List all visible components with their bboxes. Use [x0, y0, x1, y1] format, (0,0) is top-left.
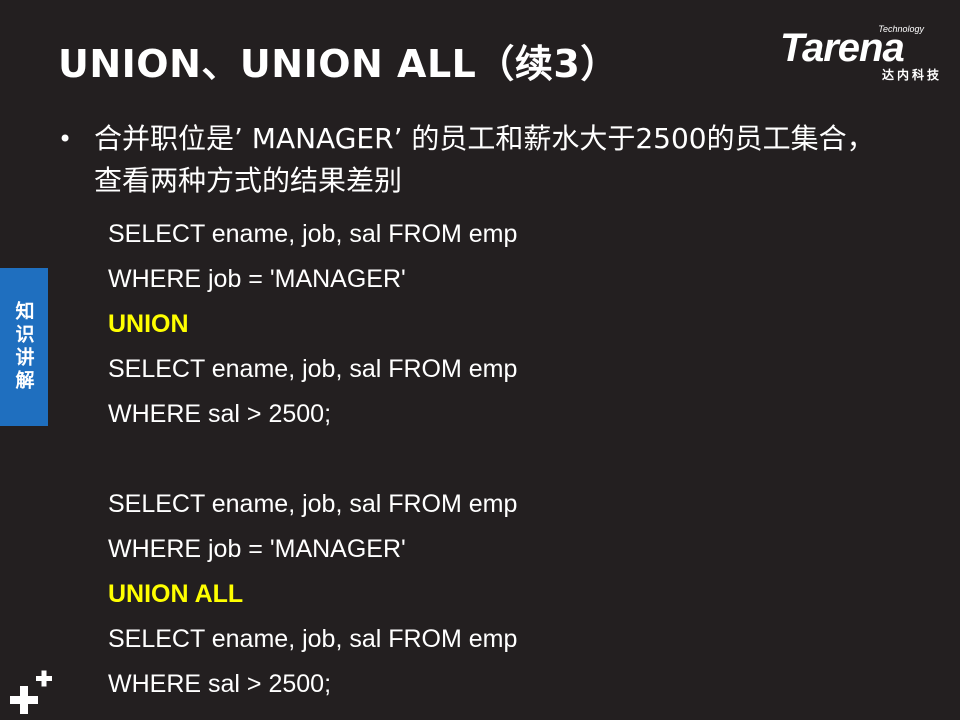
sql-code-line: WHERE job = 'MANAGER': [108, 535, 406, 563]
sql-code-line: WHERE job = 'MANAGER': [108, 265, 406, 293]
bullet-text: 合并职位是’ MANAGER’ 的员工和薪水大于2500的员工集合，查看两种方式…: [94, 122, 875, 197]
logo-chinese-text: 达内科技: [881, 68, 942, 82]
logo-wordmark: Tarena: [780, 26, 905, 70]
sql-code-line: SELECT ename, job, sal FROM emp: [108, 220, 518, 248]
sql-code-line: [108, 437, 517, 482]
tarena-logo: Technology Tarena 达内科技: [780, 22, 950, 82]
bullet-dot-icon: •: [58, 125, 73, 153]
side-tab-label: 知识讲解: [12, 301, 35, 393]
slide: UNION、UNION ALL（续3） Technology Tarena 达内…: [0, 0, 960, 720]
sql-code-line: SELECT ename, job, sal FROM emp: [108, 625, 518, 653]
sql-code-block: SELECT ename, job, sal FROM emp WHERE job…: [108, 212, 517, 707]
sql-code-line: SELECT ename, job, sal FROM emp: [108, 355, 518, 383]
bullet-point: • 合并职位是’ MANAGER’ 的员工和薪水大于2500的员工集合，查看两种…: [58, 118, 898, 202]
sql-code-line: SELECT ename, job, sal FROM emp: [108, 490, 518, 518]
sql-code-line: WHERE sal > 2500;: [108, 400, 332, 428]
sql-keyword-line: UNION ALL: [108, 580, 244, 608]
plus-plus-icon: [10, 670, 52, 714]
sql-code-line: WHERE sal > 2500;: [108, 670, 332, 698]
side-tab-knowledge: 知识讲解: [0, 268, 48, 426]
sql-keyword-line: UNION: [108, 310, 189, 338]
slide-title: UNION、UNION ALL（续3）: [58, 42, 619, 86]
